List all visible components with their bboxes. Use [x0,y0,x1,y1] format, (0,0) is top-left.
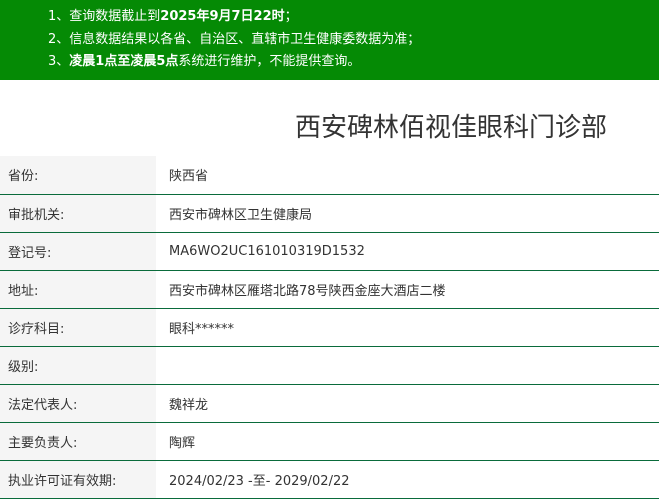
row-label-principal: 主要负责人: [0,422,156,461]
notice-line-2: 2、信息数据结果以各省、自治区、直辖市卫生健康委数据为准； [48,31,421,47]
page-title: 西安碑林佰视佳眼科门诊部 [294,113,607,143]
row-label-license-validity: 执业许可证有效期: [0,460,156,499]
notice-banner: 1、查询数据截止到2025年9月7日22时； 2、信息数据结果以各省、自治区、直… [0,0,659,80]
row-label-approval-authority: 审批机关: [0,194,156,233]
title-area: 西安碑林佰视佳眼科门诊部 [0,80,659,156]
row-label-departments: 诊疗科目: [0,308,156,347]
row-label-level: 级别: [0,346,156,385]
notice-line-1: 1、查询数据截止到2025年9月7日22时； [48,6,659,29]
table-row: 主要负责人: 陶辉 [0,422,659,461]
row-value-license-validity: 2024/02/23 -至- 2029/02/22 [156,460,659,499]
table-row: 审批机关: 西安市碑林区卫生健康局 [0,194,659,233]
notice-line-3-suffix: 系统进行维护，不能提供查询。 [178,54,361,69]
row-value-level [156,346,659,385]
table-row: 执业许可证有效期: 2024/02/23 -至- 2029/02/22 [0,460,659,499]
table-row: 登记号: MA6WO2UC161010319D1532 [0,232,659,271]
row-value-principal: 陶辉 [156,422,659,461]
info-table: 省份: 陕西省 审批机关: 西安市碑林区卫生健康局 登记号: MA6WO2UC1… [0,156,659,499]
row-value-address: 西安市碑林区雁塔北路78号陕西金座大酒店二楼 [156,270,659,309]
row-label-registration-number: 登记号: [0,232,156,271]
notice-line-1-suffix: ； [284,9,298,24]
table-row: 省份: 陕西省 [0,156,659,195]
table-row: 法定代表人: 魏祥龙 [0,384,659,423]
notice-line-3-prefix: 3、 [48,54,70,69]
row-value-registration-number: MA6WO2UC161010319D1532 [156,232,659,271]
row-label-address: 地址: [0,270,156,309]
row-value-province: 陕西省 [156,156,659,195]
table-row: 级别: [0,346,659,385]
notice-line-1-prefix: 1、查询数据截止到 [48,9,161,24]
notice-date: 2025年9月7日22时 [160,9,285,24]
table-row: 诊疗科目: 眼科****** [0,308,659,347]
row-value-approval-authority: 西安市碑林区卫生健康局 [156,194,659,233]
notice-line-3: 3、凌晨1点至凌晨5点系统进行维护，不能提供查询。 [48,51,659,74]
notice-maintenance-time: 凌晨1点至凌晨5点 [69,54,179,69]
row-label-legal-representative: 法定代表人: [0,384,156,423]
row-value-departments: 眼科****** [156,308,659,347]
row-label-province: 省份: [0,156,156,195]
row-value-legal-representative: 魏祥龙 [156,384,659,423]
table-row: 地址: 西安市碑林区雁塔北路78号陕西金座大酒店二楼 [0,270,659,309]
